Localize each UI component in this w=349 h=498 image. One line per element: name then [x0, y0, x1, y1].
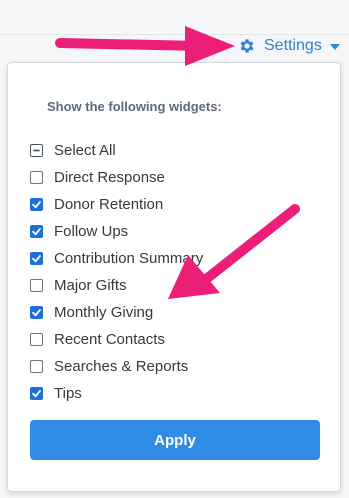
- widget-option-row[interactable]: Searches & Reports: [30, 353, 203, 380]
- option-label: Tips: [54, 385, 82, 402]
- widget-option-row[interactable]: Tips: [30, 380, 203, 407]
- checkbox[interactable]: [30, 198, 43, 211]
- option-label: Searches & Reports: [54, 358, 189, 375]
- checkbox[interactable]: [30, 144, 43, 157]
- checkbox[interactable]: [30, 171, 43, 184]
- checkbox[interactable]: [30, 360, 43, 373]
- option-label: Monthly Giving: [54, 304, 154, 321]
- settings-label: Settings: [264, 37, 322, 54]
- checkbox[interactable]: [30, 306, 43, 319]
- option-label: Donor Retention: [54, 196, 164, 213]
- widget-option-row[interactable]: Direct Response: [30, 164, 203, 191]
- checkbox[interactable]: [30, 333, 43, 346]
- widget-option-row[interactable]: Select All: [30, 137, 203, 164]
- widget-settings-panel: Show the following widgets: Select All Di…: [7, 62, 341, 492]
- option-label: Select All: [54, 142, 116, 159]
- widget-option-row[interactable]: Monthly Giving: [30, 299, 203, 326]
- caret-down-icon: [329, 44, 340, 50]
- settings-dropdown-toggle[interactable]: Settings: [238, 36, 340, 56]
- widget-option-row[interactable]: Contribution Summary: [30, 245, 203, 272]
- option-label: Recent Contacts: [54, 331, 165, 348]
- top-bar: [0, 0, 349, 35]
- checkbox[interactable]: [30, 252, 43, 265]
- widget-option-row[interactable]: Major Gifts: [30, 272, 203, 299]
- checkbox[interactable]: [30, 279, 43, 292]
- apply-button[interactable]: Apply: [30, 420, 320, 460]
- option-label: Contribution Summary: [54, 250, 204, 267]
- widget-option-row[interactable]: Follow Ups: [30, 218, 203, 245]
- checkbox[interactable]: [30, 387, 43, 400]
- widget-option-row[interactable]: Donor Retention: [30, 191, 203, 218]
- widget-option-row[interactable]: Recent Contacts: [30, 326, 203, 353]
- option-label: Direct Response: [54, 169, 165, 186]
- option-label: Major Gifts: [54, 277, 127, 294]
- panel-title: Show the following widgets:: [47, 99, 222, 114]
- option-label: Follow Ups: [54, 223, 129, 240]
- gear-icon: [240, 39, 254, 53]
- checkbox[interactable]: [30, 225, 43, 238]
- widget-options-list: Select All Direct Response Donor Retention…: [30, 137, 203, 407]
